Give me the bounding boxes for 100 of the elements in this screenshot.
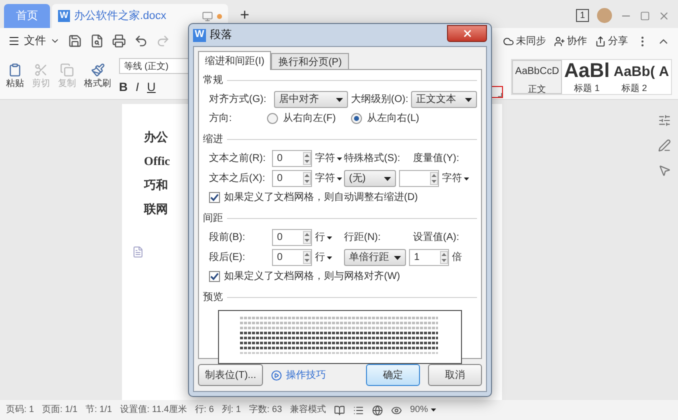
unit-label: 行 [315,251,325,265]
window-badge[interactable]: 1 [576,9,589,22]
checkbox[interactable] [209,192,220,203]
person-plus-icon [554,36,565,46]
field-label: 段前(B): [209,231,246,245]
caret-icon [464,177,470,180]
radio-button[interactable] [267,113,278,124]
unit-label: 字符 [442,172,462,186]
pointer-icon[interactable] [658,164,670,177]
field-label: 大纲级别(O): [351,92,408,107]
field-label: 度量值(Y): [413,152,460,166]
field-label: 特殊格式(S): [344,152,402,166]
field-label: 方向: [209,112,233,126]
play-icon [271,370,282,380]
spin-field[interactable]: 0 [272,249,312,266]
spinner-icon [303,251,311,264]
book-icon[interactable] [334,404,345,416]
spin-field[interactable]: 0 [272,170,312,187]
pen-icon[interactable] [658,139,670,152]
checkbox[interactable] [209,271,220,282]
print-icon[interactable] [112,34,126,48]
dialog-tab[interactable]: 缩进和间距(I) [198,51,272,70]
spinner-icon [303,231,311,244]
new-tab-button[interactable]: + [240,8,250,24]
document-tab[interactable]: W 办公软件之家.docx [52,4,228,28]
dropdown[interactable]: 单倍行距 [344,249,406,266]
format-button[interactable]: U [147,78,156,96]
spin-field[interactable]: 0 [272,150,312,167]
undo-icon[interactable] [134,34,148,48]
spin-field[interactable] [399,170,439,187]
toolbar-action[interactable]: 协作 [554,34,587,48]
file-menu[interactable]: 文件 [8,32,60,50]
section-heading: 常规 [203,74,223,88]
share-icon [595,36,606,46]
eye-icon[interactable] [390,404,402,416]
status-item: 页面: 1/1 [42,403,78,416]
format-button[interactable]: B [119,78,128,96]
scissors-icon [34,62,48,77]
dropdown[interactable]: (无) [344,170,396,187]
menu-icon [8,35,20,47]
toolbar-action[interactable]: 未同步 [503,34,546,48]
app-logo: W [193,28,206,42]
status-item: 页码: 1 [6,403,34,416]
style-preset[interactable]: AaBl 标题 1 [562,60,612,94]
tab-stops-button[interactable]: 制表位(T)... [198,364,264,386]
doc-logo: W [58,10,70,22]
dialog-tab[interactable]: 换行和分页(P) [271,53,349,70]
format-button[interactable]: I [136,78,140,96]
spin-field[interactable]: 1 [409,249,449,266]
ribbon-tool[interactable]: 粘贴 [6,62,24,90]
ok-button[interactable]: 确定 [366,364,420,386]
document-text: 办公 [144,129,168,144]
radio-button[interactable] [351,113,362,124]
caret-icon [430,408,436,412]
caret-icon [326,236,332,239]
clipboard-icon [8,62,22,77]
style-preset[interactable]: AaBbCcD 正文 [512,60,562,94]
close-icon[interactable] [658,10,670,22]
style-preset[interactable]: AaBb( 标题 2 [612,60,657,94]
spinner-icon [303,152,311,165]
caret-icon [336,177,342,180]
copy-icon [60,62,74,77]
status-item: 字数: 63 [248,403,282,416]
spinner-icon [430,172,438,185]
close-icon [462,28,472,39]
zoom-level[interactable]: 90% [410,403,437,417]
document-text: 联网 [144,201,168,216]
spinner-icon [440,251,448,264]
style-preset[interactable]: A [656,60,671,94]
spin-field[interactable]: 0 [272,229,312,246]
unit-label: 字符 [315,172,335,186]
radio-label: 从右向左(F) [283,112,336,126]
field-label: 段后(E): [209,250,246,265]
maximize-icon[interactable] [640,10,650,20]
cancel-button[interactable]: 取消 [428,364,482,386]
close-button[interactable] [447,25,487,42]
caret-icon [326,256,332,259]
tips-link[interactable]: 操作技巧 [271,368,326,382]
status-item: 列: 1 [222,403,241,416]
ribbon-tool[interactable]: 格式刷 [84,62,111,90]
print-preview-icon[interactable] [90,34,104,48]
toolbar-action[interactable]: 分享 [595,34,628,48]
radio-label: 从左向右(L) [367,112,420,126]
dialog-title: 段落 [210,28,232,43]
caret-icon [336,157,342,160]
dropdown[interactable]: 正文文本 [411,91,477,108]
save-icon[interactable] [68,34,82,48]
page-icon [132,246,144,258]
status-item: 行: 6 [194,403,214,416]
dropdown[interactable]: 居中对齐 [274,91,348,108]
checkbox-label: 如果定义了文档网格，则自动调整右缩进(D) [224,190,418,205]
cloud-icon [503,36,514,46]
section-heading: 缩进 [203,132,223,147]
sliders-icon[interactable] [658,114,670,127]
field-label: 设置值(A): [413,230,460,245]
monitor-icon [202,10,213,22]
status-item: 节: 1/1 [86,403,112,416]
field-label: 行距(N): [344,231,382,245]
unit-label: 倍 [452,250,462,265]
globe-icon[interactable] [372,404,383,416]
